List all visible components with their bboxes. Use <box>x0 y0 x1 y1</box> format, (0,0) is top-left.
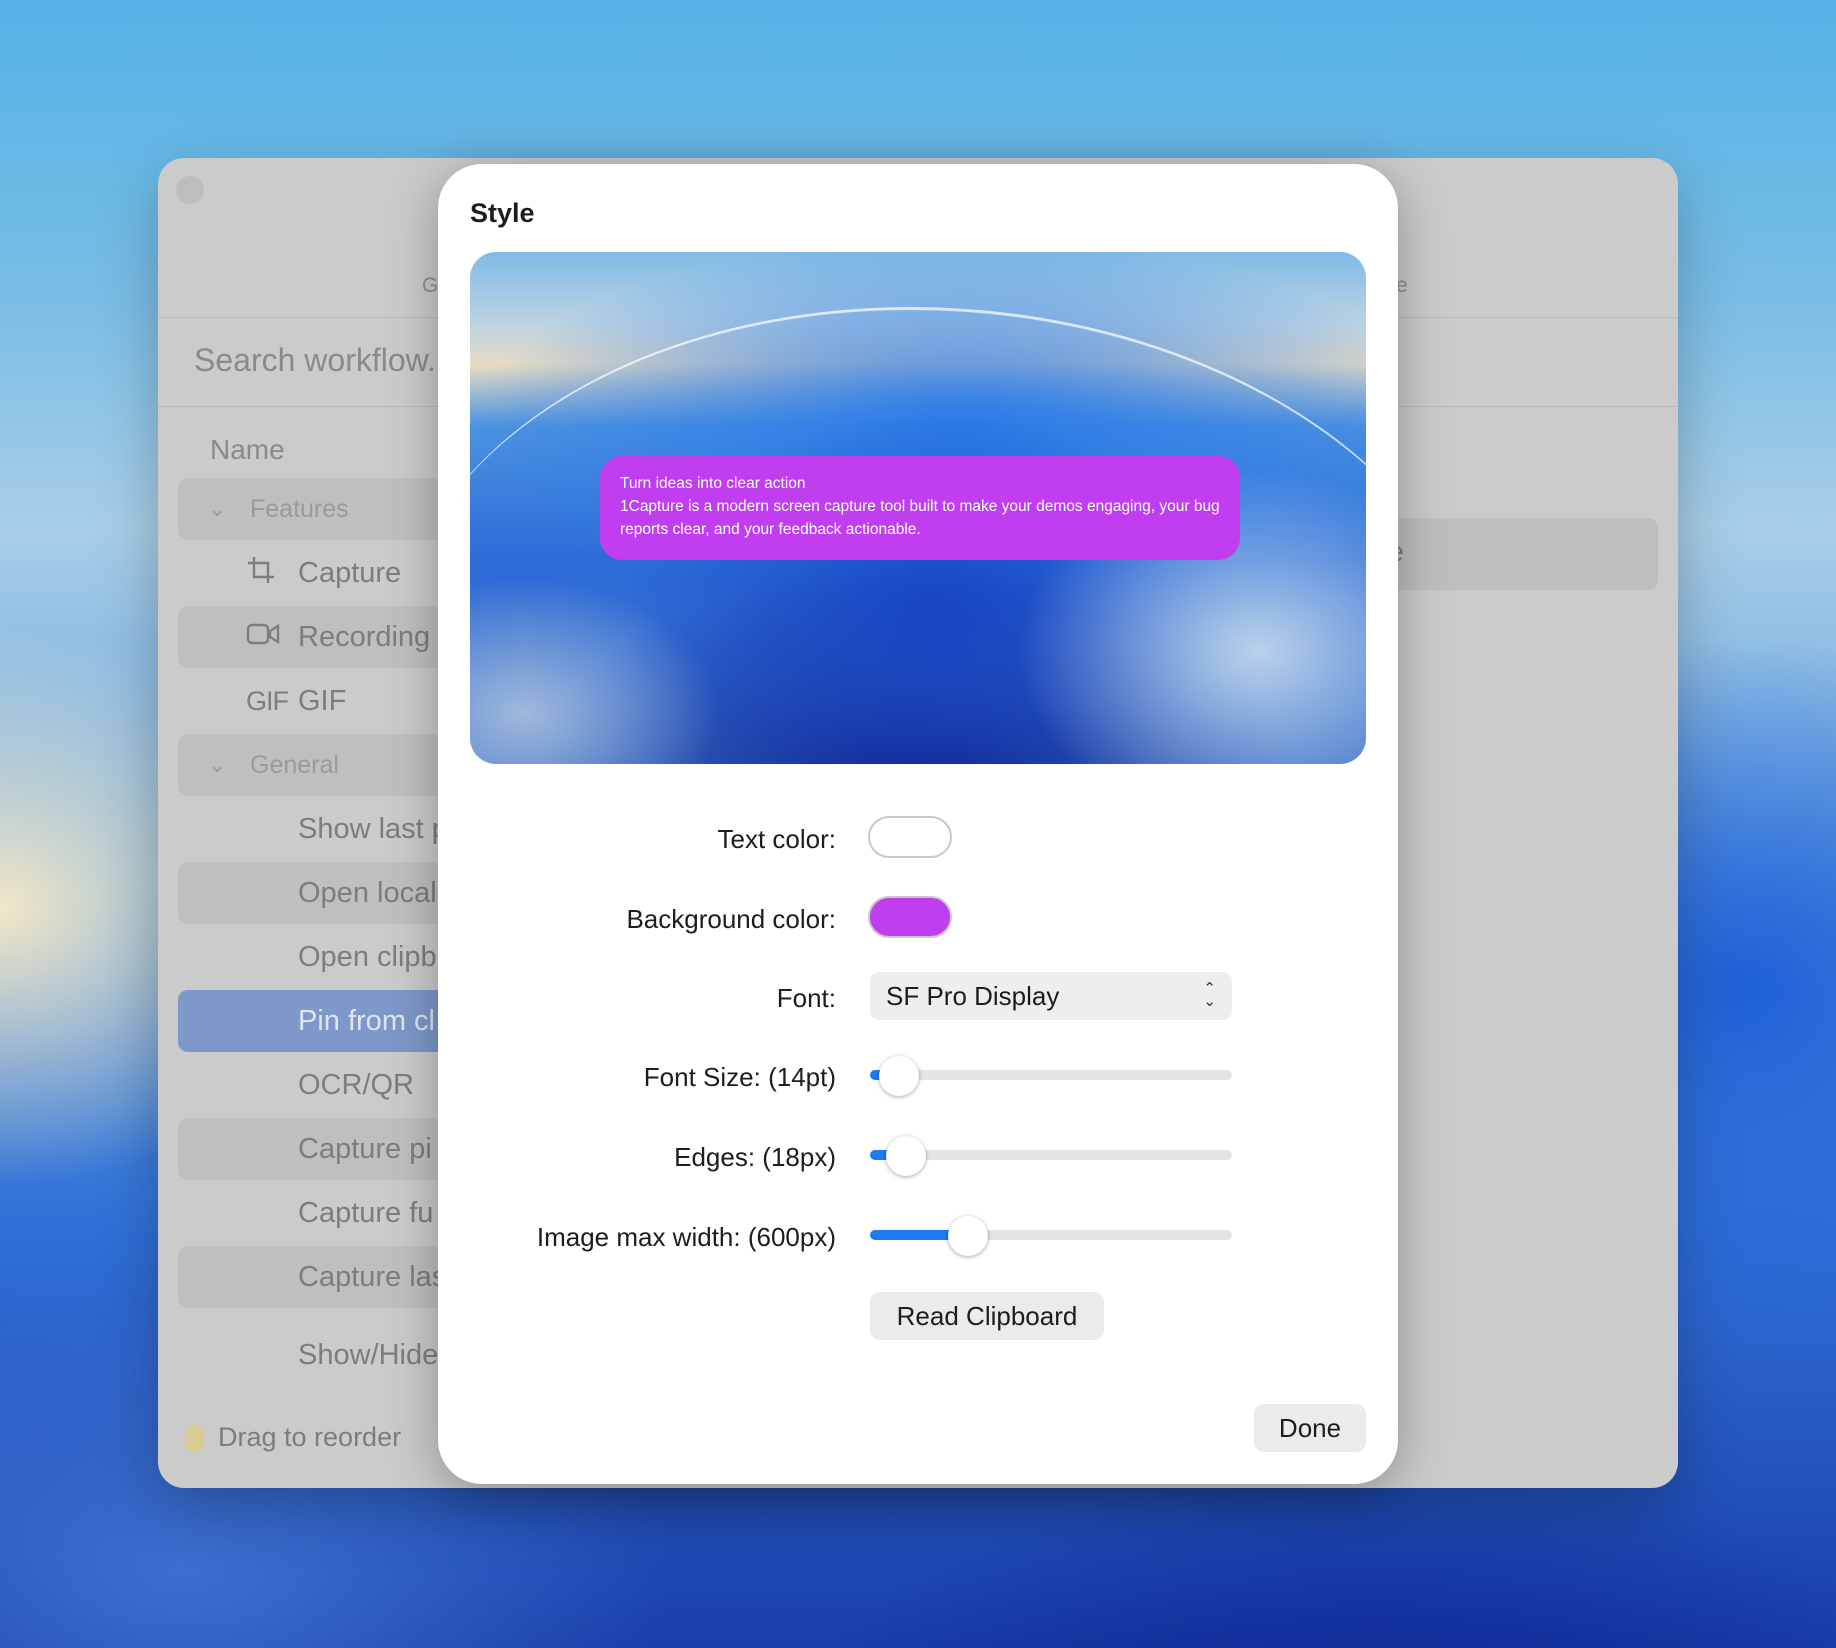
edges-slider[interactable] <box>870 1134 1232 1176</box>
text-color-well[interactable] <box>868 816 952 858</box>
list-item-label: Open local <box>298 876 437 909</box>
style-preview: Turn ideas into clear action 1Capture is… <box>470 252 1366 764</box>
chevron-down-icon[interactable]: ⌄ <box>208 496 226 522</box>
list-item-label: Pin from cl <box>298 1004 435 1037</box>
read-clipboard-button[interactable]: Read Clipboard <box>870 1292 1104 1340</box>
slider-knob[interactable] <box>878 1056 919 1096</box>
list-item-label: Show last p <box>298 812 448 845</box>
detail-item[interactable]: yle <box>1358 518 1658 590</box>
search-input[interactable]: Search workflow... <box>194 342 454 379</box>
preview-bubble-title: Turn ideas into clear action <box>620 475 806 492</box>
text-color-label: Text color: <box>717 824 837 854</box>
font-size-slider[interactable] <box>870 1054 1232 1096</box>
slider-knob[interactable] <box>947 1216 988 1256</box>
done-button[interactable]: Done <box>1254 1404 1366 1452</box>
column-header-name[interactable]: Name <box>210 434 285 466</box>
font-label: Font: <box>776 983 836 1013</box>
font-size-label: Font Size: (14pt) <box>643 1062 836 1092</box>
drag-tip-label: Drag to reorder <box>218 1422 402 1452</box>
chevron-up-down-icon: ⌃ ⌄ <box>1203 980 1216 1010</box>
gif-icon: GIF <box>246 685 289 716</box>
image-max-width-label: Image max width: (600px) <box>536 1222 836 1252</box>
edges-label: Edges: (18px) <box>674 1142 836 1172</box>
preview-bubble-body: 1Capture is a modern screen capture tool… <box>620 498 1220 538</box>
list-item-label: Capture fu <box>298 1196 434 1229</box>
list-item-label: Capture pi <box>298 1132 432 1165</box>
background-color-well[interactable] <box>868 896 952 938</box>
video-camera-icon <box>246 621 280 654</box>
chevron-down-icon[interactable]: ⌄ <box>208 752 226 778</box>
tab-general[interactable]: G <box>422 274 438 298</box>
group-label: Features <box>250 494 349 523</box>
list-item-label: Recording <box>298 620 431 653</box>
background-color-label: Background color: <box>626 904 836 934</box>
drag-tip: Drag to reorder <box>186 1422 401 1453</box>
list-item-label: Show/Hide <box>298 1338 439 1371</box>
crop-icon <box>246 555 276 592</box>
font-select-value: SF Pro Display <box>886 980 1060 1011</box>
sheet-title: Style <box>470 198 535 228</box>
group-label: General <box>250 750 339 779</box>
list-item-label: Capture <box>298 556 402 589</box>
list-item-label: Capture las <box>298 1260 447 1293</box>
lightbulb-icon <box>186 1424 204 1451</box>
font-select[interactable]: SF Pro Display ⌃ ⌄ <box>870 972 1232 1020</box>
list-item-label: GIF <box>298 684 347 717</box>
preview-text-bubble: Turn ideas into clear action 1Capture is… <box>600 456 1240 560</box>
slider-track <box>870 1070 1232 1080</box>
image-max-width-slider[interactable] <box>870 1214 1232 1256</box>
list-item-label: OCR/QR <box>298 1068 414 1101</box>
style-sheet: Style Turn ideas into clear action 1Capt… <box>438 164 1398 1484</box>
list-item-label: Open clipb <box>298 940 437 973</box>
slider-knob[interactable] <box>886 1136 927 1176</box>
